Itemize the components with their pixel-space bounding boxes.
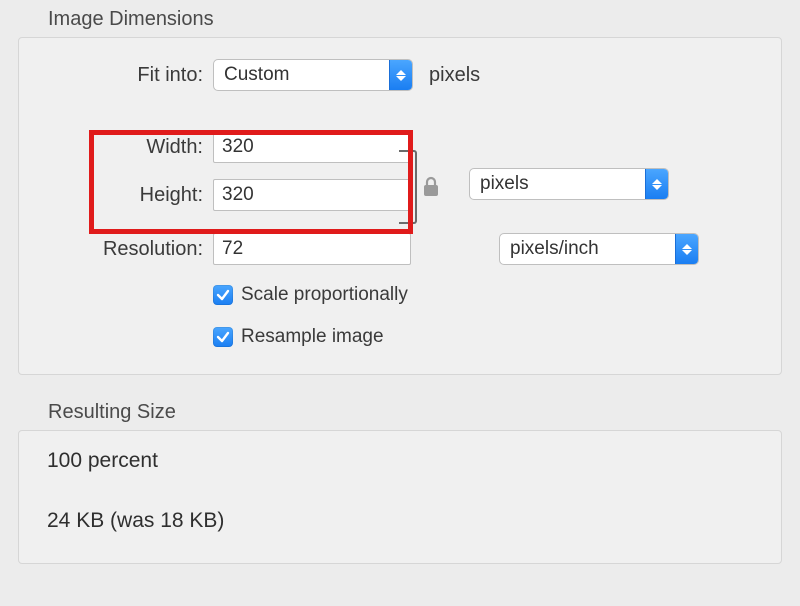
resolution-units-value: pixels/inch <box>500 238 675 260</box>
fit-into-select-value: Custom <box>214 64 389 86</box>
dimension-units-select[interactable]: pixels <box>469 168 669 200</box>
fit-into-label: Fit into: <box>33 64 203 87</box>
resulting-size-group: 100 percent 24 KB (was 18 KB) <box>18 430 782 564</box>
width-label: Width: <box>33 136 203 159</box>
result-filesize: 24 KB (was 18 KB) <box>33 495 767 533</box>
fit-into-select[interactable]: Custom <box>213 59 413 91</box>
image-dimensions-heading: Image Dimensions <box>18 0 782 37</box>
image-dimensions-group: Fit into: Custom pixels Width: Height: <box>18 37 782 375</box>
resample-image-label: Resample image <box>241 326 384 348</box>
resulting-size-heading: Resulting Size <box>18 393 782 430</box>
checkmark-icon <box>213 327 233 347</box>
resolution-label: Resolution: <box>33 238 203 261</box>
height-input[interactable] <box>213 179 411 211</box>
fit-into-units-label: pixels <box>429 64 480 87</box>
scale-proportionally-label: Scale proportionally <box>241 284 408 306</box>
result-percent: 100 percent <box>33 435 767 473</box>
dropdown-stepper-icon <box>389 60 412 90</box>
height-label: Height: <box>33 184 203 207</box>
dimension-units-value: pixels <box>470 173 645 195</box>
scale-proportionally-checkbox[interactable]: Scale proportionally <box>213 284 408 306</box>
dropdown-stepper-icon <box>645 169 668 199</box>
lock-icon <box>421 176 441 198</box>
resolution-input[interactable] <box>213 233 411 265</box>
resolution-units-select[interactable]: pixels/inch <box>499 233 699 265</box>
width-input[interactable] <box>213 131 411 163</box>
link-bracket-icon <box>399 150 417 224</box>
checkmark-icon <box>213 285 233 305</box>
dropdown-stepper-icon <box>675 234 698 264</box>
resample-image-checkbox[interactable]: Resample image <box>213 326 384 348</box>
